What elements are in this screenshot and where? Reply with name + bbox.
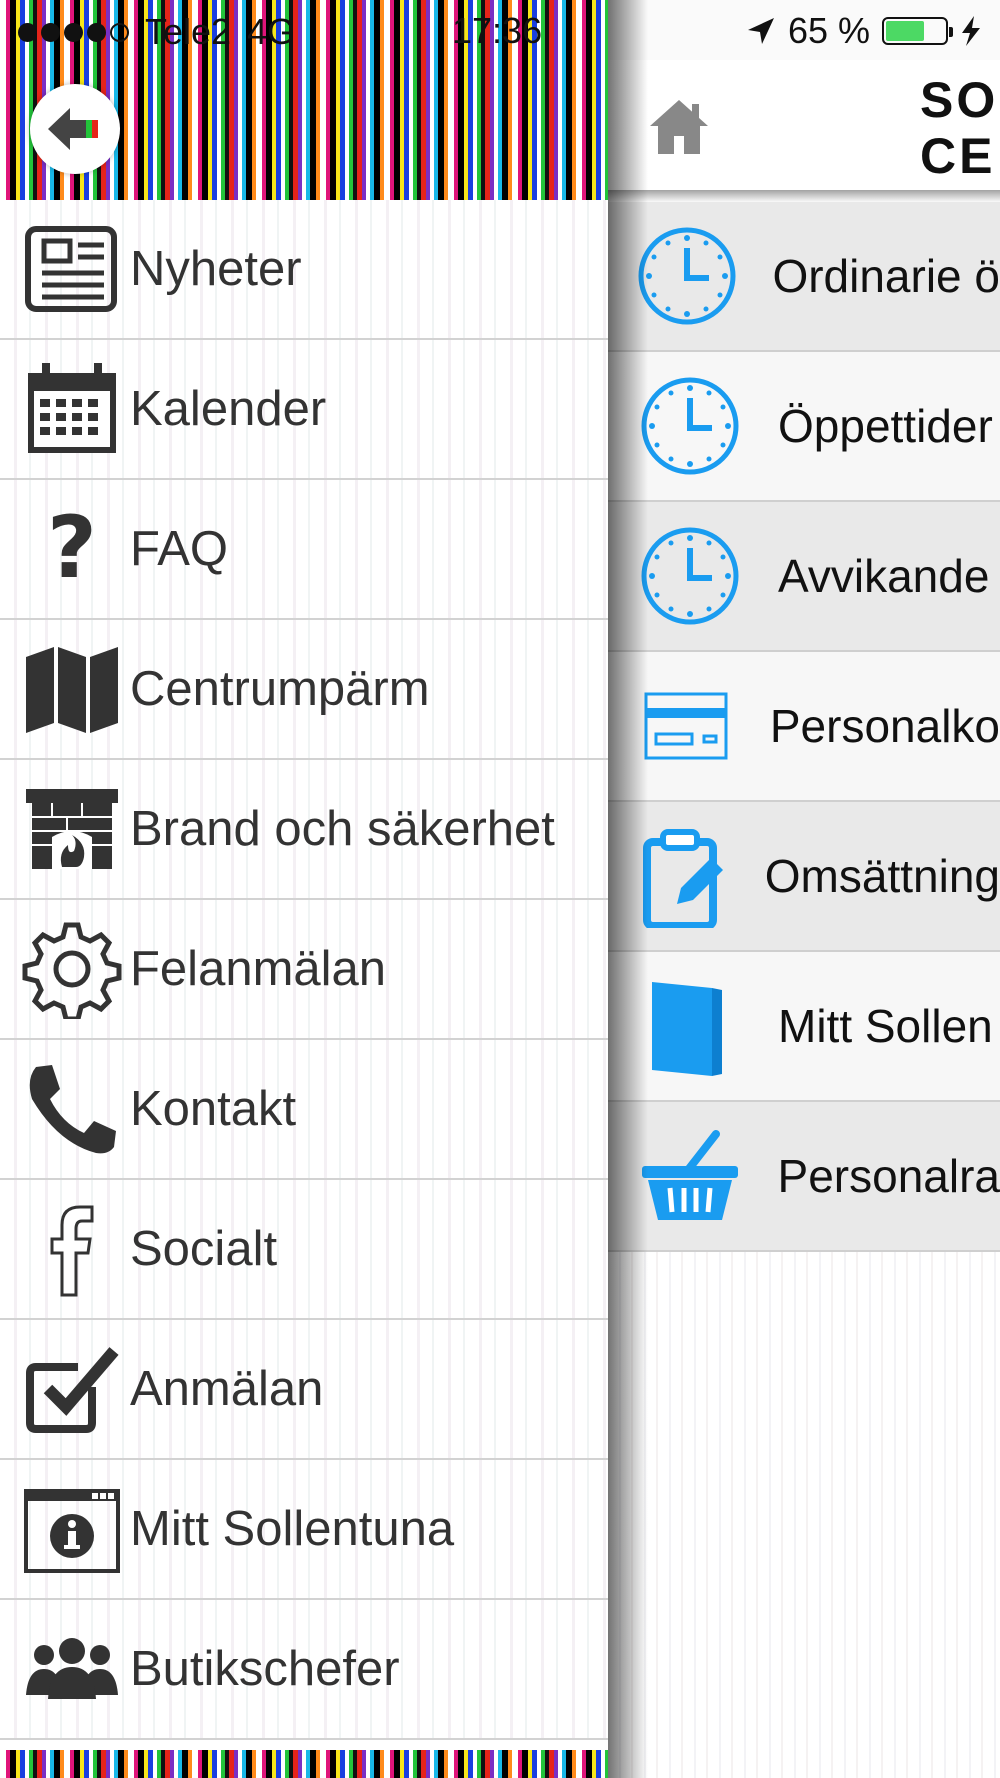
drawer-item-label: FAQ [130, 522, 229, 576]
drawer-item-centrumparm[interactable]: Centrumpärm [0, 620, 608, 760]
drawer-item-butikschefer[interactable]: Butikschefer [0, 1600, 608, 1740]
battery-percentage: 65 % [787, 10, 870, 51]
card-icon [630, 666, 742, 786]
home-icon[interactable] [648, 96, 710, 158]
question-icon: ? [16, 489, 128, 609]
main-empty-area [608, 1252, 1000, 1778]
drawer-item-felanmalan[interactable]: Felanmälan [0, 900, 608, 1040]
status-bar-right: 65 % [746, 10, 982, 52]
battery-icon [882, 17, 953, 45]
clipboard-icon [630, 816, 737, 936]
drawer-item-label: Nyheter [130, 242, 302, 296]
list-item-avvikande[interactable]: Avvikande [608, 502, 1000, 652]
checkbox-icon [16, 1329, 128, 1449]
header-shadow [608, 190, 1000, 202]
drawer-item-label: Anmälan [130, 1362, 324, 1416]
drawer-item-kontakt[interactable]: Kontakt [0, 1040, 608, 1180]
list-item-label: Omsättning [764, 850, 1000, 902]
signal-strength-icon [18, 22, 129, 42]
drawer-item-label: Kontakt [130, 1082, 297, 1136]
drawer-item-mitt-sollentuna[interactable]: Mitt Sollentuna [0, 1460, 608, 1600]
list-item-label: Avvikande [778, 550, 990, 602]
list-item-ordinarie[interactable]: Ordinarie ö [608, 202, 1000, 352]
drawer-item-label: Butikschefer [130, 1642, 400, 1696]
fireplace-icon [16, 769, 128, 889]
back-button[interactable] [30, 84, 120, 174]
app-title: SO CE [920, 72, 999, 184]
facebook-icon [16, 1189, 128, 1309]
phone-icon [16, 1049, 128, 1169]
map-icon [16, 629, 128, 749]
clock-icon [630, 216, 744, 336]
svg-text:?: ? [47, 499, 97, 598]
info-window-icon [16, 1469, 128, 1589]
clock-icon [630, 516, 750, 636]
drawer-item-anmalan[interactable]: Anmälan [0, 1320, 608, 1460]
drawer-item-kalender[interactable]: Kalender [0, 340, 608, 480]
newspaper-icon [16, 209, 128, 329]
drawer-item-label: Felanmälan [130, 942, 387, 996]
list-item-mitt-sollentuna[interactable]: Mitt Sollen [608, 952, 1000, 1102]
drawer-item-label: Socialt [130, 1222, 278, 1276]
carrier-label: Tele2 [145, 11, 232, 52]
book-icon [630, 966, 750, 1086]
list-item-omsattning[interactable]: Omsättning [608, 802, 1000, 952]
list-item-label: Mitt Sollen [778, 1000, 993, 1052]
main-list: Ordinarie ö Öppettider Avvikande Persona… [608, 202, 1000, 1252]
status-time: 17:36 [452, 10, 543, 51]
drawer-menu: Nyheter Kalender ? FAQ Centrumpärm Brand… [0, 200, 608, 1740]
drawer-item-faq[interactable]: ? FAQ [0, 480, 608, 620]
calendar-icon [16, 349, 128, 469]
list-item-personalrabatt[interactable]: Personalra [608, 1102, 1000, 1252]
location-arrow-icon [747, 18, 774, 44]
drawer-item-label: Mitt Sollentuna [130, 1502, 455, 1556]
drawer-item-nyheter[interactable]: Nyheter [0, 200, 608, 340]
app-header: SO CE [608, 60, 1000, 190]
drawer-item-socialt[interactable]: Socialt [0, 1180, 608, 1320]
side-drawer: Tele2 4G 17:36 Nyheter Kalender ? FAQ Ce… [0, 0, 608, 1778]
back-arrow-icon [48, 108, 98, 150]
main-content: 65 % SO CE Ordinarie ö Öppettider Avvika… [608, 0, 1000, 1778]
list-item-oppettider[interactable]: Öppettider [608, 352, 1000, 502]
drawer-item-brand[interactable]: Brand och säkerhet [0, 760, 608, 900]
drawer-item-label: Kalender [130, 382, 327, 436]
network-label: 4G [247, 11, 296, 52]
list-item-label: Ordinarie ö [772, 250, 1000, 302]
list-item-personalkort[interactable]: Personalko [608, 652, 1000, 802]
list-item-label: Öppettider [778, 400, 993, 452]
status-bar-left: Tele2 4G [18, 11, 296, 52]
drawer-footer-background [0, 1750, 608, 1778]
clock-icon [630, 366, 750, 486]
list-item-label: Personalko [769, 700, 1000, 752]
drawer-item-label: Brand och säkerhet [130, 802, 555, 856]
basket-icon [630, 1116, 750, 1236]
drawer-item-label: Centrumpärm [130, 662, 430, 716]
list-item-label: Personalra [777, 1150, 1000, 1202]
charging-bolt-icon [962, 16, 980, 46]
gear-icon [16, 909, 128, 1029]
group-icon [16, 1609, 128, 1729]
